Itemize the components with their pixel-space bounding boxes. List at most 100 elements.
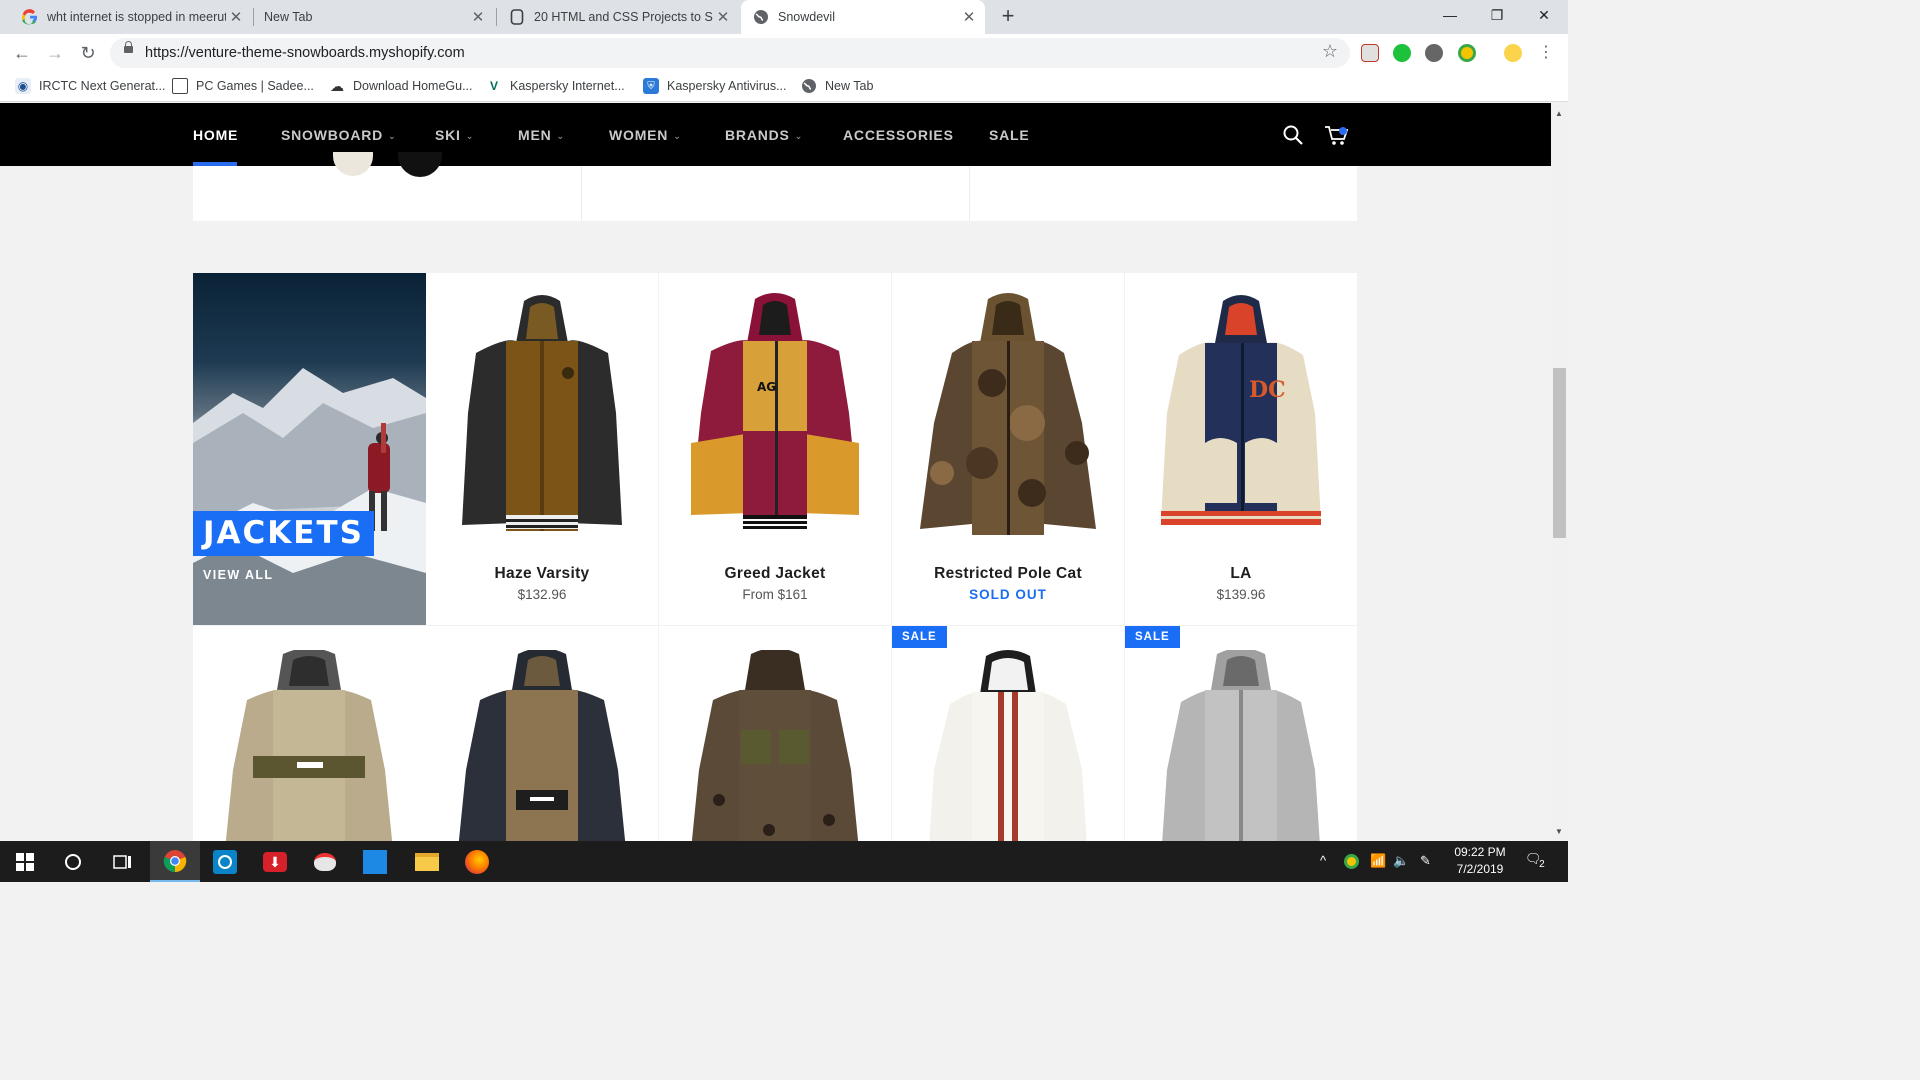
nav-women[interactable]: WOMEN ⌄ xyxy=(609,127,682,143)
action-center-button[interactable]: 🗨 2 xyxy=(1525,851,1551,870)
sale-badge: SALE xyxy=(1125,626,1180,648)
close-icon[interactable]: ✕ xyxy=(959,8,979,26)
product-card[interactable]: AG Greed Jacket From $161 xyxy=(659,273,891,625)
cortana-search-button[interactable] xyxy=(48,841,98,882)
nav-snowboard[interactable]: SNOWBOARD ⌄ xyxy=(281,127,396,143)
pen-icon[interactable]: ✎ xyxy=(1420,853,1431,869)
nav-label: BRANDS xyxy=(725,127,790,143)
product-image-grey-knit-jacket xyxy=(1162,650,1320,841)
windows-taskbar: ⬇ ^ 📶 🔈 ✎ 09:22 PM 7/2/2019 🗨 2 xyxy=(0,841,1568,882)
wifi-icon[interactable]: 📶 xyxy=(1370,853,1386,869)
nav-accessories[interactable]: ACCESSORIES xyxy=(843,127,954,143)
nav-brands[interactable]: BRANDS ⌄ xyxy=(725,127,803,143)
start-button[interactable] xyxy=(0,841,50,882)
nav-ski[interactable]: SKI ⌄ xyxy=(435,127,474,143)
nav-label: SNOWBOARD xyxy=(281,127,384,143)
cart-icon[interactable] xyxy=(1324,125,1350,152)
nav-sale[interactable]: SALE xyxy=(989,127,1030,143)
green-extension-icon[interactable] xyxy=(1393,44,1411,62)
taskbar-download-manager[interactable]: ⬇ xyxy=(250,841,300,882)
product-title[interactable]: Haze Varsity xyxy=(426,565,658,583)
download-arrow-icon: ⬇ xyxy=(263,851,287,872)
notification-count: 2 xyxy=(1539,859,1545,870)
page-scrollbar[interactable]: ▲ ▼ xyxy=(1551,103,1568,841)
bookmark-irctc[interactable]: ◉ IRCTC Next Generat... xyxy=(15,78,165,94)
taskbar-paint[interactable] xyxy=(300,841,350,882)
product-card[interactable] xyxy=(193,626,426,841)
close-icon[interactable]: ✕ xyxy=(468,8,488,26)
tab-title: Snowdevil xyxy=(778,10,835,24)
view-all-link[interactable]: VIEW ALL xyxy=(203,568,273,582)
tab-google-search[interactable]: wht internet is stopped in meerut ✕ xyxy=(0,0,252,34)
forward-button[interactable]: → xyxy=(43,41,67,65)
divider xyxy=(969,166,970,221)
chrome-icon xyxy=(163,849,187,872)
nav-men[interactable]: MEN ⌄ xyxy=(518,127,565,143)
gear-extension-icon[interactable] xyxy=(1425,44,1443,62)
bookmark-pc-games[interactable]: PC Games | Sadee... xyxy=(172,78,314,94)
taskbar-chrome[interactable] xyxy=(150,841,200,882)
product-image-white-jacket xyxy=(929,650,1087,841)
product-image-burton-pullover xyxy=(458,650,626,841)
product-card[interactable]: DC LA $139.96 xyxy=(1125,273,1357,625)
bookmark-new-tab[interactable]: New Tab xyxy=(801,78,873,94)
speaker-icon[interactable]: 🔈 xyxy=(1393,853,1409,869)
cloud-download-icon: ☁ xyxy=(330,77,344,94)
page-icon xyxy=(509,9,525,25)
taskbar-calendar[interactable] xyxy=(350,841,400,882)
taskbar-file-explorer[interactable] xyxy=(402,841,452,882)
globe-icon xyxy=(753,9,769,25)
product-card[interactable]: SALE xyxy=(1125,626,1357,841)
product-title[interactable]: Restricted Pole Cat xyxy=(892,565,1124,583)
extension-icon[interactable] xyxy=(1458,44,1476,62)
chevron-up-icon[interactable]: ^ xyxy=(1320,853,1326,868)
product-title[interactable]: Greed Jacket xyxy=(659,565,891,583)
product-image-burton-camo-anorak xyxy=(225,650,393,841)
minimize-button[interactable]: — xyxy=(1427,0,1473,30)
product-price: $139.96 xyxy=(1216,587,1266,602)
calendar-icon xyxy=(363,849,387,874)
search-icon[interactable] xyxy=(1283,125,1303,150)
close-window-button[interactable]: ✕ xyxy=(1521,0,1567,30)
product-card[interactable] xyxy=(426,626,658,841)
nav-home[interactable]: HOME xyxy=(193,127,238,143)
swatch-cream[interactable] xyxy=(333,152,373,176)
task-view-button[interactable] xyxy=(98,841,148,882)
restore-button[interactable]: ❐ xyxy=(1474,0,1520,30)
reload-button[interactable]: ↻ xyxy=(76,41,100,65)
back-button[interactable]: ← xyxy=(10,41,34,65)
pdf-extension-icon[interactable] xyxy=(1361,44,1379,62)
tab-snowdevil[interactable]: Snowdevil ✕ xyxy=(741,0,985,34)
taskbar-firefox[interactable] xyxy=(452,841,502,882)
tab-html-css-projects[interactable]: 20 HTML and CSS Projects to Sha ✕ xyxy=(487,0,739,34)
product-card[interactable]: Haze Varsity $132.96 xyxy=(426,273,658,625)
profile-avatar-icon[interactable] xyxy=(1504,44,1522,62)
url-text[interactable]: https://venture-theme-snowboards.myshopi… xyxy=(145,45,465,61)
bookmark-kaspersky-internet[interactable]: V Kaspersky Internet... xyxy=(486,78,625,94)
tab-strip: wht internet is stopped in meerut ✕ New … xyxy=(0,0,1568,34)
scrollbar-thumb[interactable] xyxy=(1553,368,1566,538)
product-card[interactable] xyxy=(659,626,891,841)
address-bar[interactable]: https://venture-theme-snowboards.myshopi… xyxy=(110,38,1350,68)
product-card[interactable]: Restricted Pole Cat SOLD OUT xyxy=(892,273,1124,625)
menu-kebab-icon[interactable]: ⋮ xyxy=(1534,41,1558,65)
taskbar-clock[interactable]: 09:22 PM 7/2/2019 xyxy=(1440,844,1520,878)
taskbar-whatsapp[interactable] xyxy=(200,841,250,882)
new-tab-button[interactable]: + xyxy=(996,4,1020,28)
scroll-up-arrow-icon[interactable]: ▲ xyxy=(1555,109,1563,118)
tray-app-icon[interactable] xyxy=(1344,854,1359,869)
scroll-down-arrow-icon[interactable]: ▼ xyxy=(1555,827,1563,836)
bookmark-kaspersky-antivirus[interactable]: ⛨ Kaspersky Antivirus... xyxy=(643,78,787,94)
bookmark-star-icon[interactable]: ☆ xyxy=(1322,41,1338,62)
product-title[interactable]: LA xyxy=(1125,565,1357,583)
product-image-la: DC xyxy=(1161,295,1321,525)
windows-logo-icon xyxy=(16,852,34,871)
tab-new-tab[interactable]: New Tab ✕ xyxy=(242,0,494,34)
bookmark-homeguard[interactable]: ☁ Download HomeGu... xyxy=(329,78,473,94)
product-card[interactable]: SALE xyxy=(892,626,1124,841)
collection-feature-jackets[interactable]: JACKETS VIEW ALL xyxy=(193,273,426,625)
bookmark-label: Kaspersky Internet... xyxy=(510,79,625,93)
close-icon[interactable]: ✕ xyxy=(713,8,733,26)
swatch-black[interactable] xyxy=(398,152,442,177)
irctc-icon: ◉ xyxy=(15,78,31,94)
